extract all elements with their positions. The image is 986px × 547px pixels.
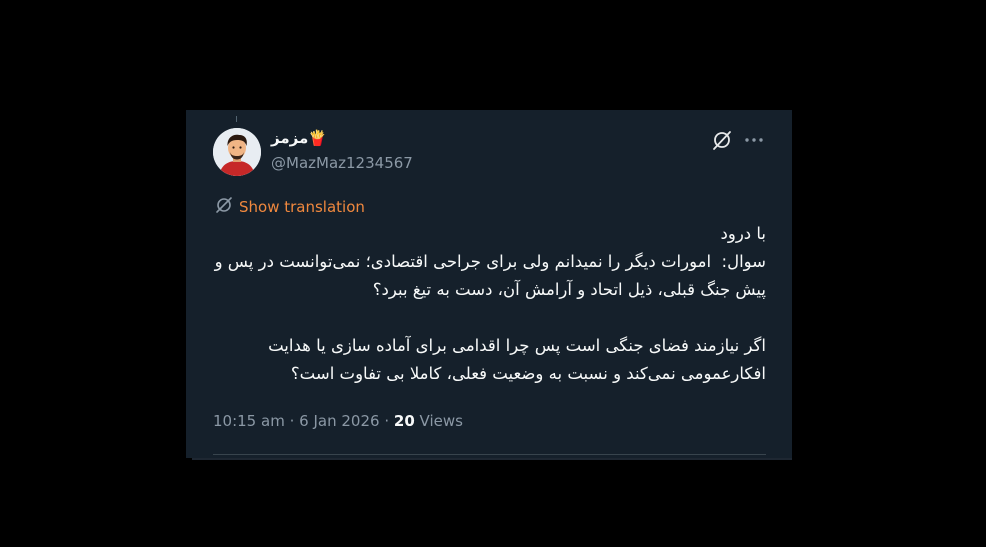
tweet-text: با درود سوال: امورات دیگر را نمیدانم ولی… (214, 224, 766, 383)
tweet-date[interactable]: 6 Jan 2026 (299, 412, 379, 430)
user-handle[interactable]: @MazMaz1234567 (271, 154, 413, 172)
display-name[interactable]: مزمز🍟 (271, 129, 327, 147)
meta-separator: · (289, 412, 295, 430)
divider (213, 454, 766, 455)
top-tick (236, 116, 237, 122)
tweet-time[interactable]: 10:15 am (213, 412, 285, 430)
grok-icon[interactable] (711, 129, 733, 151)
show-translation-button[interactable]: Show translation (215, 196, 365, 218)
person-avatar-icon (213, 128, 261, 176)
avatar[interactable] (213, 128, 261, 176)
meta-separator-2: · (384, 412, 390, 430)
more-horizontal-icon[interactable] (742, 129, 766, 151)
views-label[interactable]: Views (420, 412, 463, 430)
views-count[interactable]: 20 (394, 412, 415, 430)
tweet-meta: 10:15 am · 6 Jan 2026 · 20 Views (213, 412, 463, 430)
show-translation-label[interactable]: Show translation (239, 198, 365, 216)
translate-icon (215, 196, 233, 218)
